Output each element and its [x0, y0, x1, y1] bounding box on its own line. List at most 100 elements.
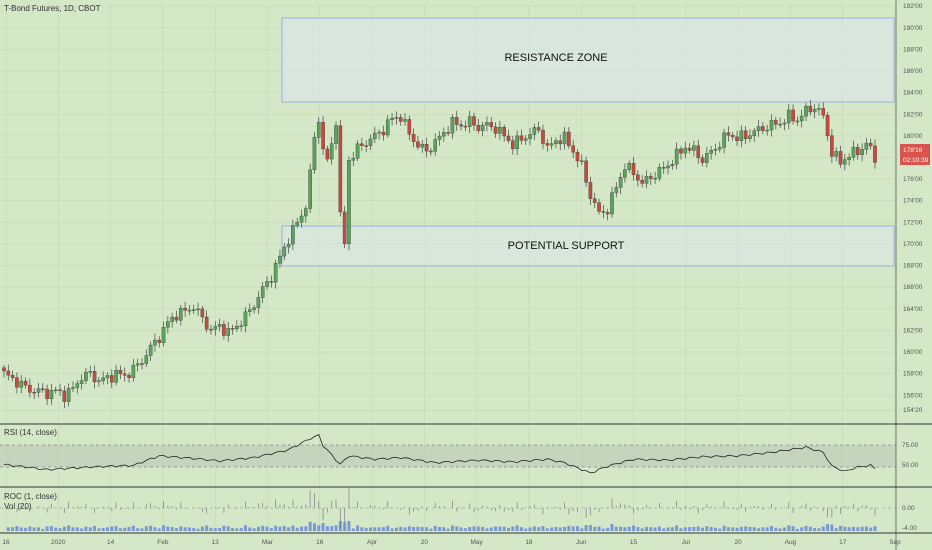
candle: [161, 321, 166, 347]
volume-bar: [15, 526, 19, 531]
volume-bar: [713, 527, 717, 531]
volume-bar: [123, 527, 127, 531]
volume-bar: [739, 526, 743, 531]
volume-bar: [748, 527, 752, 531]
volume-bar: [752, 527, 756, 531]
price-chart[interactable]: RESISTANCE ZONE POTENTIAL SUPPORT 192'00…: [0, 0, 932, 550]
candle: [722, 128, 726, 154]
candle: [601, 204, 606, 219]
x-tick-label: 16: [316, 539, 324, 546]
candle: [209, 324, 213, 335]
volume-bar: [347, 521, 351, 531]
volume-bar: [450, 525, 454, 531]
support-zone-label: POTENTIAL SUPPORT: [508, 240, 625, 252]
candle: [558, 134, 563, 151]
candle: [498, 120, 502, 140]
candle: [424, 137, 429, 158]
volume-bar: [386, 525, 390, 531]
volume-bar: [679, 528, 683, 531]
candle: [437, 131, 442, 146]
volume-bar: [524, 528, 528, 531]
volume-bar: [32, 527, 36, 531]
volume-bar: [550, 527, 554, 531]
volume-bar: [62, 526, 66, 531]
volume-bar: [485, 528, 489, 531]
candle: [342, 206, 347, 249]
volume-bar: [787, 525, 791, 531]
candle: [450, 114, 455, 139]
volume-bar: [269, 528, 273, 531]
candle: [554, 137, 558, 149]
volume-bar: [222, 525, 226, 531]
candle: [71, 381, 75, 392]
volume-bar: [144, 526, 148, 531]
candle: [748, 129, 752, 143]
volume-bar: [304, 526, 308, 531]
x-tick-label: 15: [630, 539, 638, 546]
candle: [519, 129, 524, 145]
volume-bar: [93, 525, 97, 531]
candle: [644, 170, 649, 189]
candle: [843, 153, 847, 171]
candle: [489, 117, 494, 132]
candle: [385, 115, 390, 138]
volume-bar: [744, 526, 748, 531]
volume-bar: [213, 528, 217, 531]
candle: [187, 305, 192, 315]
volume-bar: [67, 525, 71, 531]
candle: [368, 134, 373, 151]
y-tick-label: 180'00: [903, 133, 923, 140]
candle: [579, 154, 584, 165]
candle: [247, 303, 252, 317]
candle: [84, 367, 88, 385]
volume-bar: [261, 525, 265, 531]
candle: [786, 104, 791, 130]
y-tick-label: 160'00: [903, 349, 923, 356]
candle: [830, 129, 834, 163]
volume-bars: [6, 521, 877, 531]
x-tick-label: May: [471, 539, 484, 546]
volume-bar: [231, 528, 235, 531]
volume-bar: [356, 525, 360, 531]
bar-countdown: 02:10:39: [903, 157, 929, 164]
volume-bar: [515, 525, 519, 531]
volume-bar: [532, 526, 536, 531]
y-tick-label: 162'00: [903, 327, 923, 334]
candle: [299, 209, 304, 228]
volume-bar: [718, 528, 722, 531]
candle: [532, 123, 537, 140]
volume-bar: [528, 527, 532, 531]
volume-bar: [420, 527, 424, 531]
candle: [28, 378, 32, 398]
x-tick-label: 20: [735, 539, 743, 546]
volume-bar: [407, 526, 411, 531]
volume-bar: [701, 527, 705, 531]
candle: [442, 127, 446, 142]
candle: [243, 307, 248, 333]
volume-bar: [619, 526, 623, 531]
y-tick-label: 166'00: [903, 284, 923, 291]
candle: [817, 103, 821, 116]
y-tick-label: 182'00: [903, 111, 923, 118]
volume-bar: [360, 527, 364, 531]
y-tick-label: 176'00: [903, 176, 923, 183]
volume-bar: [770, 526, 774, 531]
candle: [657, 163, 662, 182]
candle: [269, 275, 274, 288]
candle: [166, 316, 170, 334]
candle: [75, 380, 80, 394]
y-tick-label: 158'00: [903, 371, 923, 378]
volume-bar: [834, 528, 838, 531]
candle: [545, 139, 550, 152]
volume-bar: [666, 527, 670, 531]
volume-bar: [830, 524, 834, 531]
candle: [743, 126, 748, 144]
candle: [217, 318, 222, 332]
volume-bar: [757, 528, 761, 531]
rsi-label: RSI (14, close): [4, 428, 57, 437]
roc-level-0: 0.00: [902, 505, 915, 512]
candle: [204, 310, 209, 333]
volume-bar: [636, 527, 640, 531]
candle: [6, 364, 11, 381]
candle: [821, 102, 826, 119]
